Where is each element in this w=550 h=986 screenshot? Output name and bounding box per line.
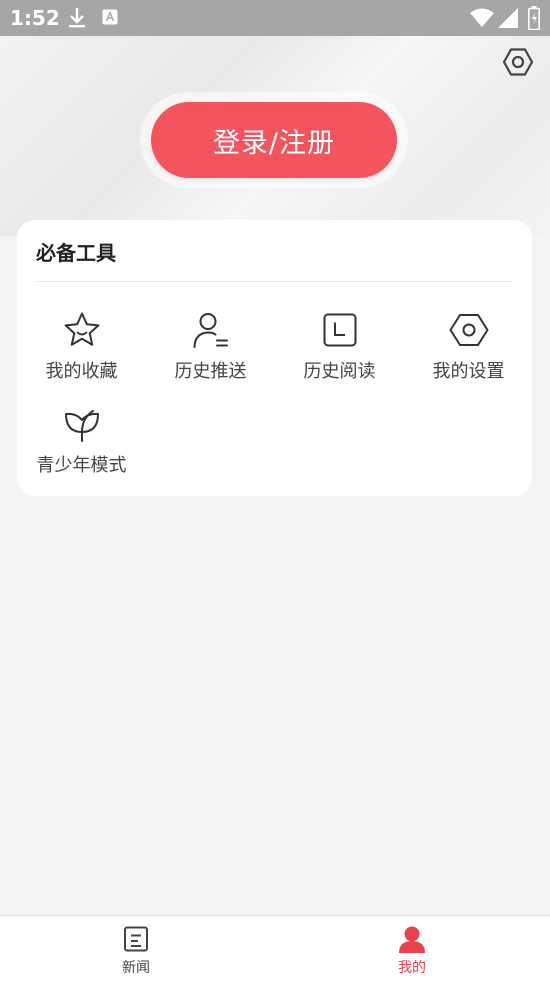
tool-reading-history[interactable]: 历史阅读 <box>275 310 404 383</box>
divider <box>36 281 513 282</box>
tool-label: 历史阅读 <box>303 361 376 382</box>
download-icon <box>68 7 86 33</box>
tool-push-history[interactable]: 历史推送 <box>146 310 275 383</box>
history-square-icon <box>320 310 360 350</box>
nav-news[interactable]: 新闻 <box>76 924 196 977</box>
user-list-icon <box>191 310 231 350</box>
battery-icon <box>528 6 540 34</box>
signal-icon <box>498 8 518 32</box>
star-icon <box>62 310 102 350</box>
nav-profile[interactable]: 我的 <box>352 924 472 977</box>
app-notification-icon <box>102 9 118 29</box>
nav-label: 新闻 <box>122 960 150 976</box>
wifi-icon <box>470 8 494 32</box>
tools-title: 必备工具 <box>36 241 116 265</box>
leaf-icon <box>62 404 102 444</box>
tool-label: 历史推送 <box>174 361 247 382</box>
news-icon <box>121 924 151 954</box>
tool-label: 青少年模式 <box>36 455 127 476</box>
bottom-navigation: 新闻 我的 <box>0 915 550 986</box>
profile-icon <box>397 924 427 954</box>
tool-label: 我的设置 <box>432 361 505 382</box>
login-register-button[interactable]: 登录/注册 <box>151 102 397 178</box>
status-bar: 1:52 <box>0 0 550 36</box>
tool-my-settings[interactable]: 我的设置 <box>404 310 533 383</box>
tools-card: 必备工具 我的收藏 历史推送 历史阅读 我的设置 青少年模式 <box>17 220 532 496</box>
settings-gear-icon[interactable] <box>502 46 534 78</box>
tool-favorites[interactable]: 我的收藏 <box>17 310 146 383</box>
profile-header: 登录/注册 <box>0 36 550 236</box>
status-time: 1:52 <box>10 6 60 30</box>
tool-teen-mode[interactable]: 青少年模式 <box>17 404 146 477</box>
settings-hexagon-icon <box>449 310 489 350</box>
nav-label: 我的 <box>398 960 426 976</box>
tool-label: 我的收藏 <box>45 361 118 382</box>
